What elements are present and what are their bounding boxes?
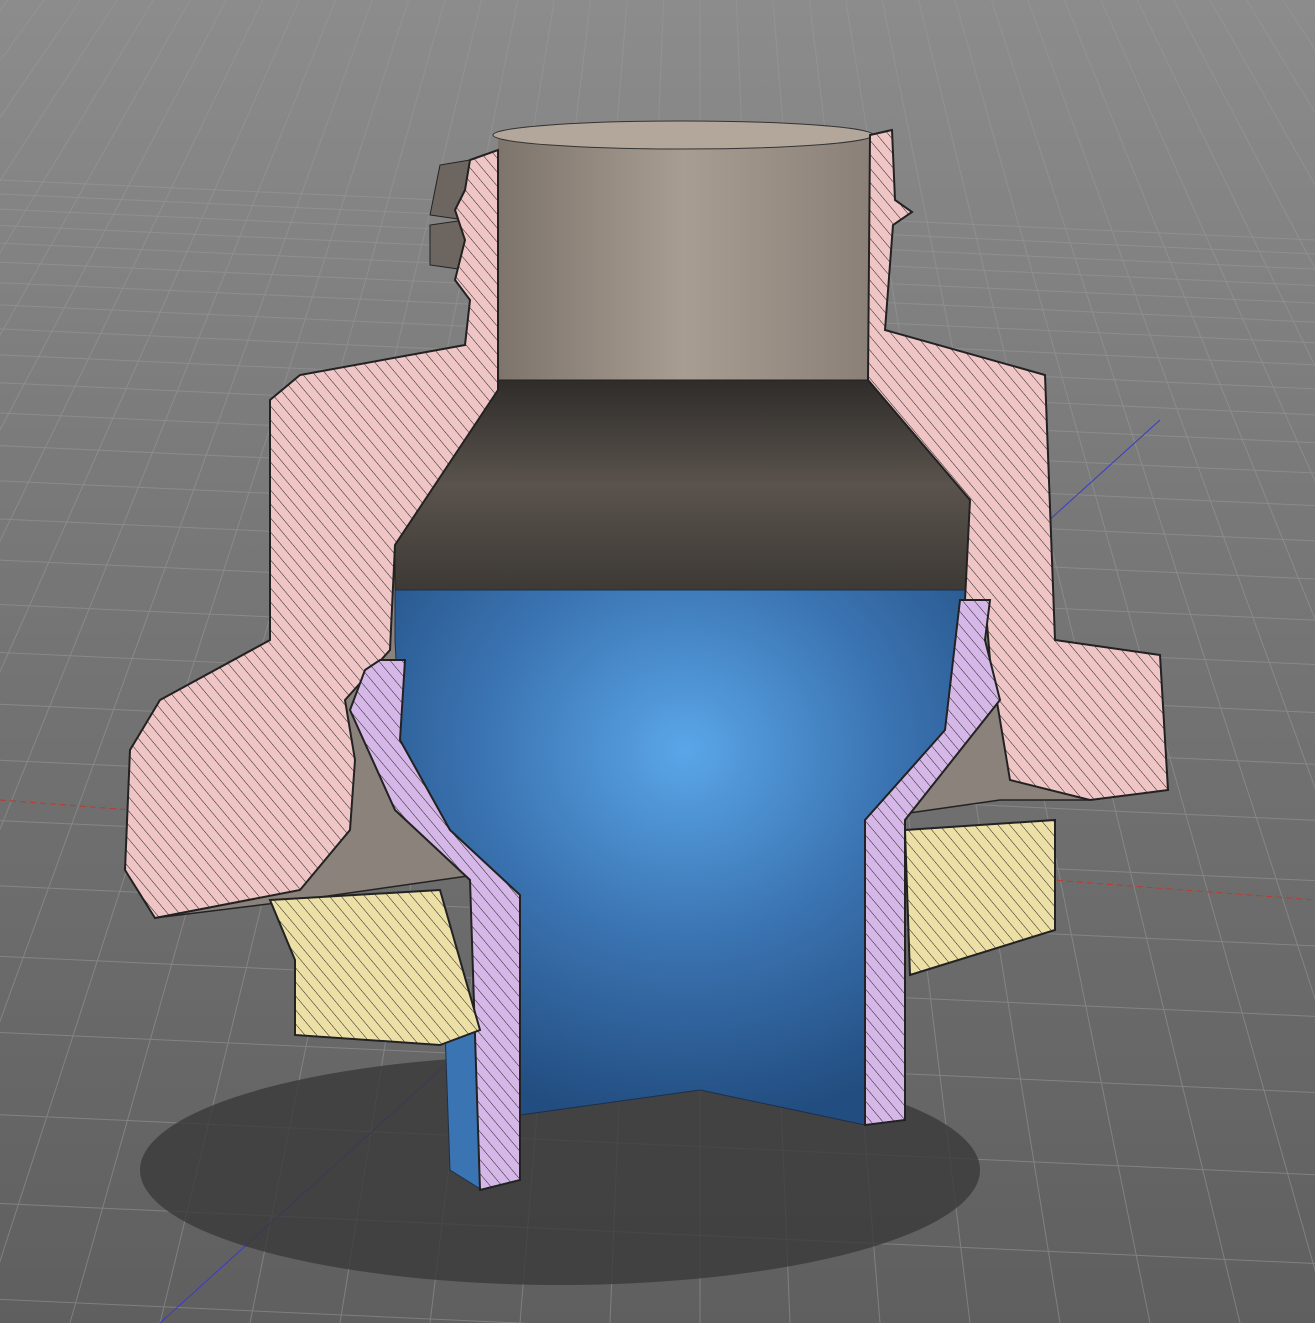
neck-rim <box>492 120 874 150</box>
cad-viewport[interactable] <box>0 0 1315 1323</box>
neck-inner-surface <box>498 135 870 385</box>
model-canvas[interactable] <box>0 0 1315 1323</box>
grid-line <box>0 1298 530 1323</box>
